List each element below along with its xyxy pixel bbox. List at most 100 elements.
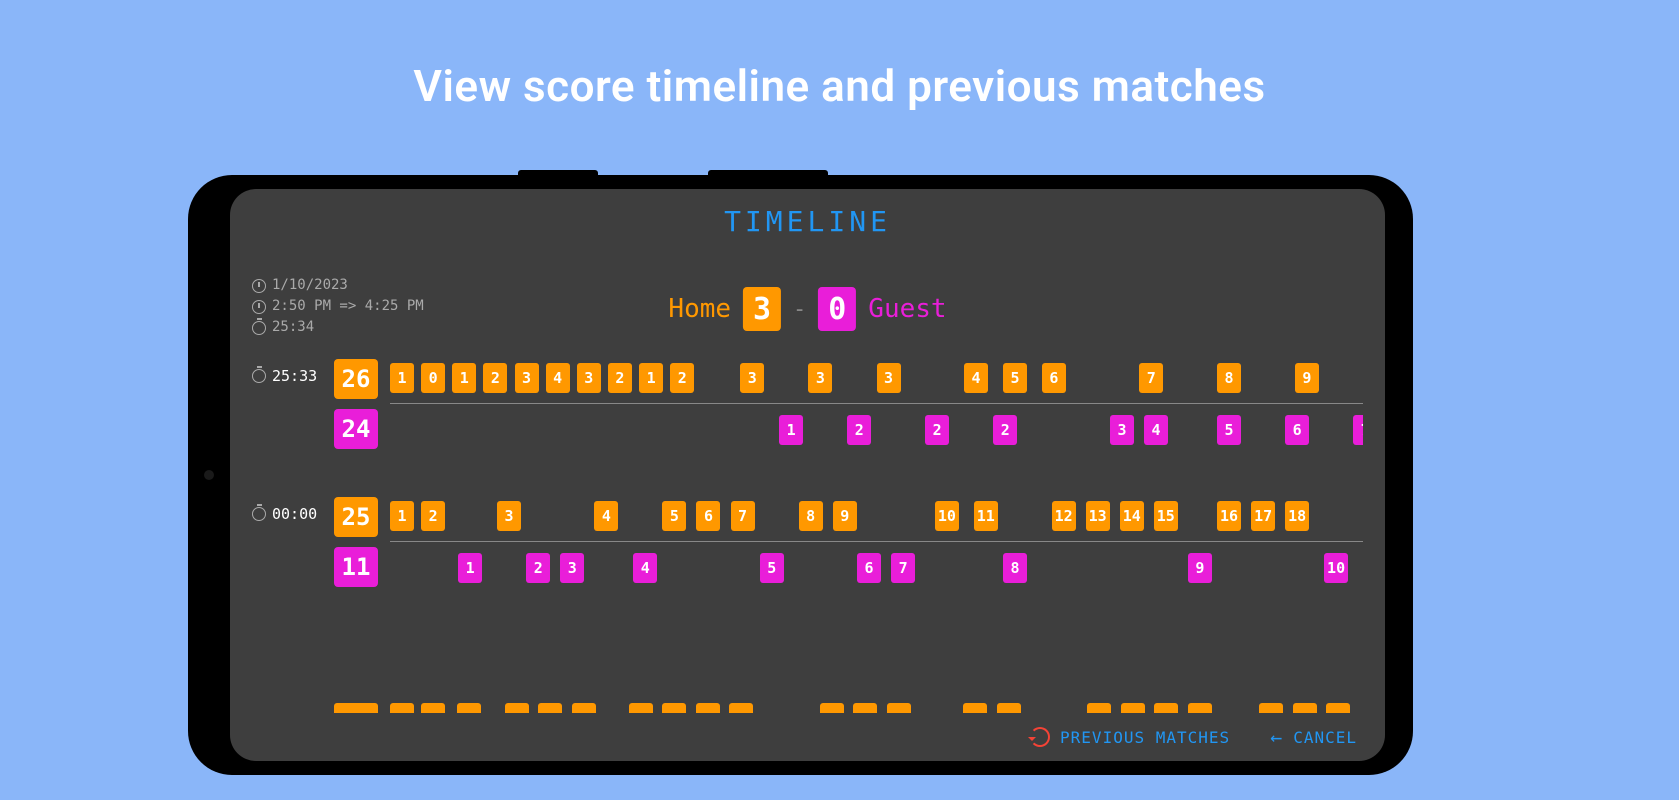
score-tick-home (1087, 703, 1111, 713)
score-tick-home: 17 (1251, 501, 1275, 531)
score-tick-home: 4 (546, 363, 570, 393)
score-tick-guest: 1 (458, 553, 482, 583)
score-tick-guest: 1 (779, 415, 803, 445)
score-tick-home (390, 703, 414, 713)
cancel-label: CANCEL (1293, 728, 1357, 747)
score-tick-home: 7 (1139, 363, 1163, 393)
match-time-range: 2:50 PM => 4:25 PM (272, 296, 424, 317)
clock-icon (252, 279, 266, 293)
home-team-label: Home (668, 294, 731, 324)
score-tick-home: 15 (1154, 501, 1178, 531)
score-tick-home (1154, 703, 1178, 713)
bottom-action-bar: PREVIOUS MATCHES ← CANCEL (1030, 725, 1357, 749)
score-tick-home (421, 703, 445, 713)
score-tick-guest: 8 (1003, 553, 1027, 583)
score-tick-home (963, 703, 987, 713)
score-tick-guest: 6 (1285, 415, 1309, 445)
score-tick-home (820, 703, 844, 713)
back-arrow-icon: ← (1270, 725, 1283, 749)
score-tick-home: 16 (1217, 501, 1241, 531)
score-tick-home (1188, 703, 1212, 713)
history-icon (1030, 727, 1050, 747)
score-tick-guest: 2 (526, 553, 550, 583)
score-tick-home: 3 (515, 363, 539, 393)
score-tick-home: 3 (577, 363, 601, 393)
score-tick-home: 18 (1285, 501, 1309, 531)
score-tick-guest: 10 (1324, 553, 1348, 583)
score-tick-home: 11 (974, 501, 998, 531)
score-tick-home: 1 (639, 363, 663, 393)
partial-set-row (252, 693, 1363, 713)
score-tick-guest: 4 (633, 553, 657, 583)
timeline-axis (390, 541, 1363, 542)
timer-icon (252, 321, 266, 335)
set-home-score (334, 703, 378, 713)
score-tick-home: 6 (1042, 363, 1066, 393)
score-tick-home: 9 (1295, 363, 1319, 393)
phone-button-decor (518, 170, 598, 175)
guest-tick-row: 12345678910 (390, 553, 1363, 583)
set-guest-score: 11 (334, 547, 378, 587)
home-tick-row: 1012343212333456789 (390, 363, 1363, 393)
score-tick-home: 5 (1003, 363, 1027, 393)
score-tick-home: 5 (662, 501, 686, 531)
score-tick-home: 13 (1086, 501, 1110, 531)
set-home-score: 26 (334, 359, 378, 399)
score-tick-home (457, 703, 481, 713)
score-tick-home (729, 703, 753, 713)
guest-team-label: Guest (868, 294, 946, 324)
match-date: 1/10/2023 (272, 275, 348, 296)
score-tick-home (538, 703, 562, 713)
score-header: Home 3 - 0 Guest (668, 287, 946, 331)
score-tick-home: 10 (935, 501, 959, 531)
score-tick-home: 12 (1052, 501, 1076, 531)
previous-matches-label: PREVIOUS MATCHES (1060, 728, 1230, 747)
score-tick-home: 8 (1217, 363, 1241, 393)
score-tick-home: 3 (877, 363, 901, 393)
score-tick-guest: 2 (993, 415, 1017, 445)
score-tick-home: 9 (833, 501, 857, 531)
score-tick-guest: 2 (847, 415, 871, 445)
score-tick-home (853, 703, 877, 713)
phone-button-decor (708, 170, 828, 175)
page-title: TIMELINE (230, 189, 1385, 238)
score-tick-guest: 4 (1144, 415, 1168, 445)
match-duration: 25:34 (272, 317, 314, 338)
score-tick-home: 8 (799, 501, 823, 531)
phone-mockup-frame: TIMELINE 1/10/2023 2:50 PM => 4:25 PM 25… (188, 175, 1413, 775)
score-tick-home: 2 (421, 501, 445, 531)
score-tick-home (629, 703, 653, 713)
home-tick-row: 123456789101112131415161718 (390, 501, 1363, 531)
timeline-axis (390, 403, 1363, 404)
set-guest-score: 24 (334, 409, 378, 449)
score-tick-home (1293, 703, 1317, 713)
timer-icon (252, 507, 266, 521)
score-tick-home (1121, 703, 1145, 713)
guest-score: 0 (818, 287, 856, 331)
score-tick-home (1259, 703, 1283, 713)
score-tick-guest: 3 (560, 553, 584, 583)
timeline-list[interactable]: 25:332624101234321233345678912223456700:… (252, 359, 1363, 701)
home-score: 3 (743, 287, 781, 331)
score-tick-home (887, 703, 911, 713)
score-separator: - (793, 297, 806, 322)
score-tick-home: 1 (390, 501, 414, 531)
previous-matches-button[interactable]: PREVIOUS MATCHES (1030, 727, 1230, 747)
set-duration: 25:33 (252, 367, 317, 385)
set-home-score: 25 (334, 497, 378, 537)
timer-icon (252, 369, 266, 383)
score-tick-guest: 5 (1217, 415, 1241, 445)
clock-icon (252, 300, 266, 314)
score-tick-home: 2 (483, 363, 507, 393)
score-tick-home: 3 (808, 363, 832, 393)
score-tick-guest: 9 (1188, 553, 1212, 583)
cancel-button[interactable]: ← CANCEL (1270, 725, 1357, 749)
app-screen: TIMELINE 1/10/2023 2:50 PM => 4:25 PM 25… (230, 189, 1385, 761)
score-tick-home: 14 (1120, 501, 1144, 531)
score-tick-home: 4 (964, 363, 988, 393)
guest-tick-row: 122234567 (390, 415, 1363, 445)
score-tick-home (696, 703, 720, 713)
score-tick-home: 4 (594, 501, 618, 531)
score-tick-home (997, 703, 1021, 713)
score-tick-home: 1 (452, 363, 476, 393)
